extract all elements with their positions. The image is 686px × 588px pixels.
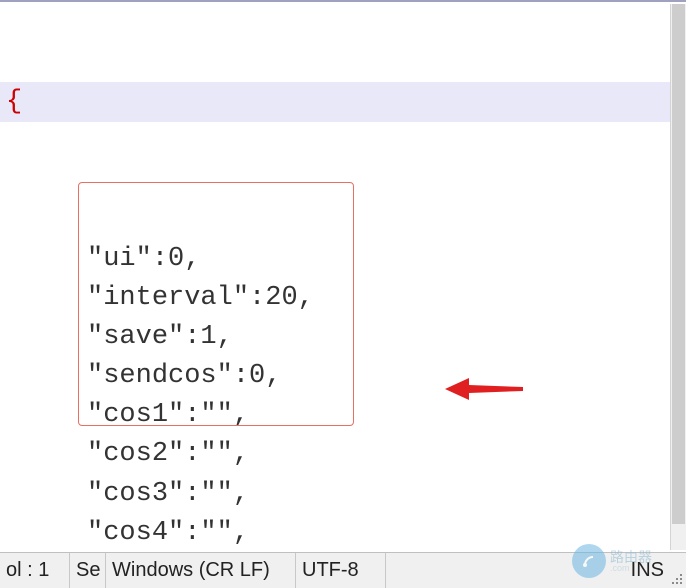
json-val-ui: :0, [152, 244, 201, 274]
scrollbar-thumb[interactable] [672, 4, 685, 524]
json-val-interval: :20, [249, 283, 314, 313]
status-selection[interactable]: Se [70, 553, 106, 588]
json-val-cos2: :"", [184, 439, 249, 469]
json-key-cos2: "cos2" [87, 439, 184, 469]
resize-grip-icon[interactable] [670, 572, 684, 586]
opening-brace-line: { [0, 82, 684, 122]
indent [6, 439, 87, 469]
status-eol[interactable]: Windows (CR LF) [106, 553, 296, 588]
json-key-save: "save" [87, 322, 184, 352]
indent [6, 479, 87, 509]
status-encoding[interactable]: UTF-8 [296, 553, 386, 588]
json-val-cos1: :"", [184, 400, 249, 430]
status-column[interactable]: ol : 1 [0, 553, 70, 588]
json-key-interval: "interval" [87, 283, 249, 313]
code-body: "ui":0, "interval":20, "save":1, "sendco… [0, 201, 684, 550]
status-bar: ol : 1 Se Windows (CR LF) UTF-8 INS [0, 552, 686, 588]
indent [6, 244, 87, 274]
indent [6, 283, 87, 313]
vertical-scrollbar[interactable] [670, 4, 686, 550]
json-key-cos4: "cos4" [87, 518, 184, 548]
json-key-sendcos: "sendcos" [87, 361, 233, 391]
json-val-sendcos: :0, [233, 361, 282, 391]
indent [6, 400, 87, 430]
json-key-cos3: "cos3" [87, 479, 184, 509]
indent [6, 518, 87, 548]
json-key-cos1: "cos1" [87, 400, 184, 430]
json-val-save: :1, [184, 322, 233, 352]
status-spacer [386, 553, 598, 588]
indent [6, 361, 87, 391]
code-editor[interactable]: { "ui":0, "interval":20, "save":1, "send… [0, 4, 684, 550]
json-key-ui: "ui" [87, 244, 152, 274]
json-val-cos4: :"", [184, 518, 249, 548]
indent [6, 322, 87, 352]
json-val-cos3: :"", [184, 479, 249, 509]
